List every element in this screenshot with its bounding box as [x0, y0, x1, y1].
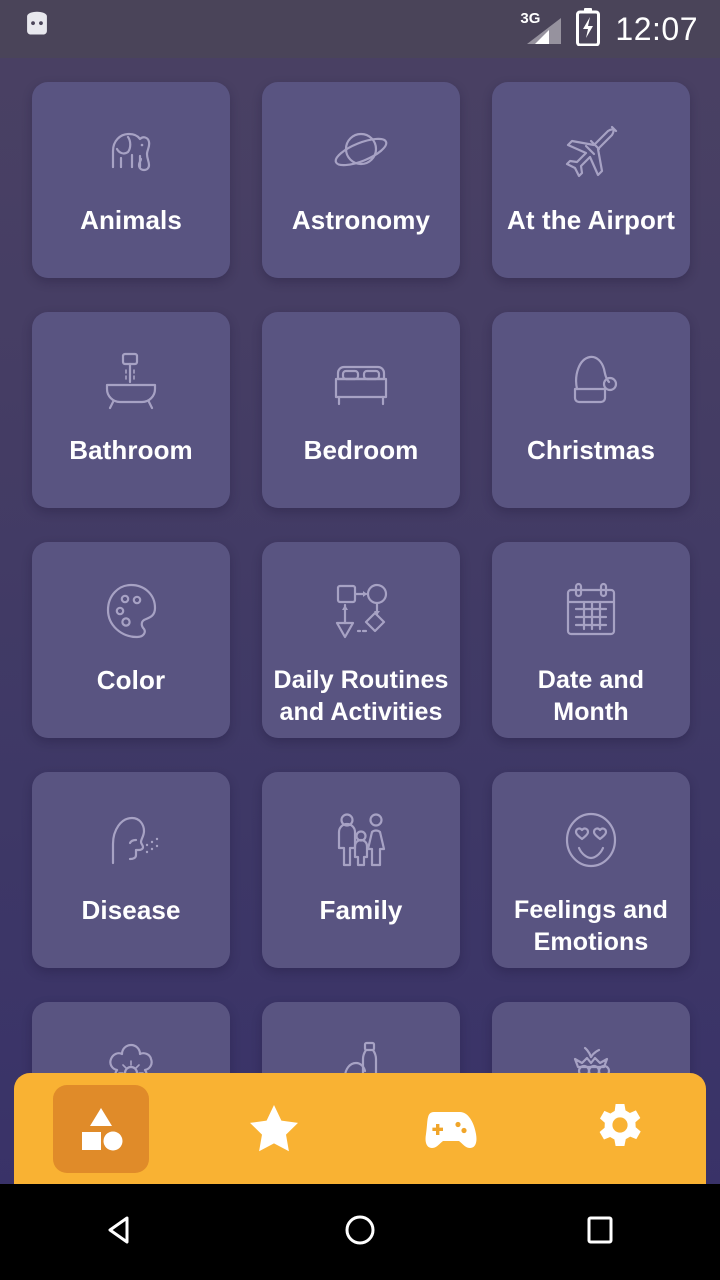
category-card-at-the-airport[interactable]: At the Airport [492, 82, 690, 278]
clock-label: 12:07 [615, 11, 698, 47]
status-bar: 3G 12:07 [0, 0, 720, 58]
category-card-label: Christmas [526, 435, 656, 465]
heart-eyes-face-icon [552, 802, 630, 880]
category-grid: Animals Astronomy At the Airport Bathroo… [0, 58, 720, 1198]
category-card-label: At the Airport [507, 205, 675, 235]
category-card-label: Bedroom [303, 435, 419, 465]
category-card-animals[interactable]: Animals [32, 82, 230, 278]
category-card-astronomy[interactable]: Astronomy [262, 82, 460, 278]
recents-square-icon [582, 1212, 618, 1253]
android-system-navigation [0, 1184, 720, 1280]
bottom-navigation-bar [14, 1073, 706, 1184]
nav-item-settings[interactable] [533, 1073, 706, 1184]
bed-icon [322, 342, 400, 420]
gear-icon [572, 1085, 668, 1173]
status-bar-right-cluster: 3G 12:07 [517, 7, 698, 51]
category-card-label: Astronomy [291, 205, 431, 235]
category-card-label: Date and Month [537, 666, 645, 726]
calendar-icon [552, 572, 630, 650]
android-robot-icon [20, 10, 54, 49]
category-card-disease[interactable]: Disease [32, 772, 230, 968]
gamepad-icon [399, 1085, 495, 1173]
shapes-icon [52, 1084, 149, 1173]
category-card-label: Feelings and Emotions [513, 896, 668, 956]
santa-hat-icon [552, 342, 630, 420]
planet-icon [322, 112, 400, 190]
category-card-bathroom[interactable]: Bathroom [32, 312, 230, 508]
category-card-label: Family [319, 895, 403, 925]
category-card-date-and-month[interactable]: Date and Month [492, 542, 690, 738]
category-card-family[interactable]: Family [262, 772, 460, 968]
nav-item-games[interactable] [360, 1073, 533, 1184]
signal-bars-icon: 3G [517, 10, 562, 46]
app-screen: 3G 12:07 Animals Astronomy At the Airpor… [0, 0, 720, 1280]
nav-item-favorites[interactable] [187, 1073, 360, 1184]
category-card-daily-routines-and-activities[interactable]: Daily Routines and Activities [262, 542, 460, 738]
star-icon [226, 1085, 322, 1173]
back-triangle-icon [102, 1212, 138, 1253]
category-card-color[interactable]: Color [32, 542, 230, 738]
coughing-head-icon [92, 802, 170, 880]
category-card-christmas[interactable]: Christmas [492, 312, 690, 508]
back-button[interactable] [60, 1184, 180, 1280]
home-button[interactable] [300, 1184, 420, 1280]
palette-icon [92, 572, 170, 650]
category-card-label: Color [96, 665, 166, 695]
category-card-label: Disease [81, 895, 181, 925]
category-card-label: Daily Routines and Activities [273, 666, 449, 726]
home-circle-icon [342, 1212, 378, 1253]
bathtub-icon [92, 342, 170, 420]
flowchart-icon [322, 572, 400, 650]
battery-charging-icon [575, 7, 601, 51]
recents-button[interactable] [540, 1184, 660, 1280]
category-card-bedroom[interactable]: Bedroom [262, 312, 460, 508]
category-card-feelings-and-emotions[interactable]: Feelings and Emotions [492, 772, 690, 968]
airplane-icon [552, 112, 630, 190]
family-icon [322, 802, 400, 880]
elephant-icon [92, 112, 170, 190]
category-card-label: Animals [80, 205, 182, 235]
nav-item-categories[interactable] [14, 1073, 187, 1184]
category-card-label: Bathroom [69, 435, 193, 465]
